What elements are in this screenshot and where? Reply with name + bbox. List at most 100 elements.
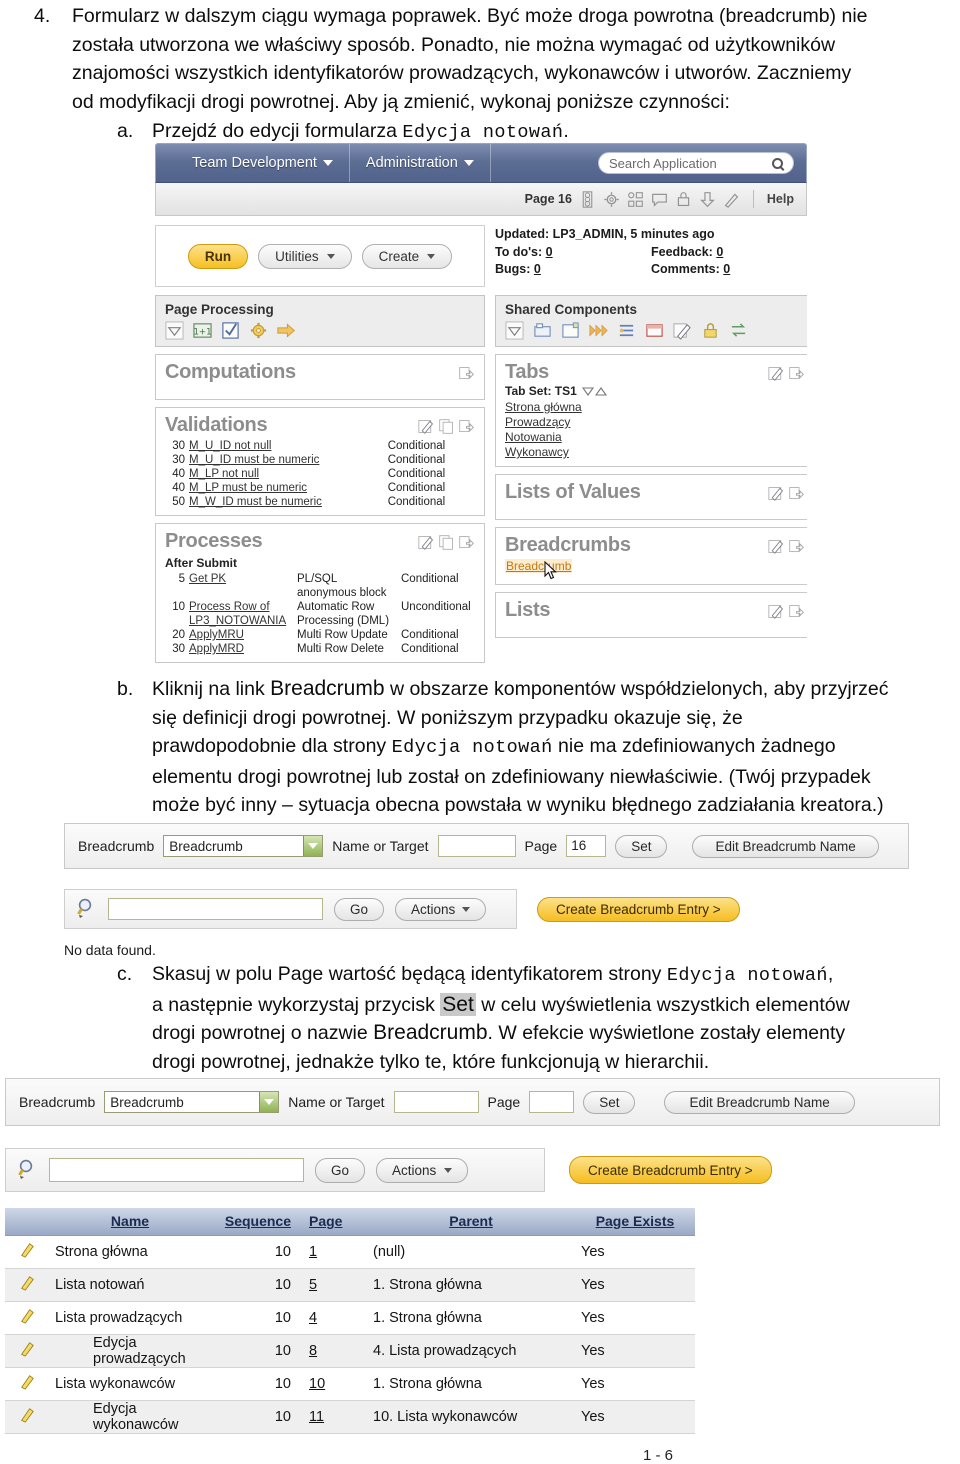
process-name-link[interactable]: Get PK <box>189 573 226 585</box>
add-icon[interactable] <box>788 603 805 620</box>
edit-icon[interactable] <box>768 603 785 620</box>
column-page[interactable]: Page <box>297 1208 367 1236</box>
column-parent[interactable]: Parent <box>367 1208 575 1236</box>
process-name-link[interactable]: Process Row of LP3_NOTOWANIA <box>189 601 286 627</box>
list-icon[interactable] <box>617 321 636 340</box>
row-edit-cell[interactable] <box>5 1367 49 1401</box>
table-row[interactable]: 30 M_U_ID must be numeric Conditional <box>165 453 475 467</box>
help-link[interactable]: Help <box>767 192 794 206</box>
breadcrumb-select[interactable]: Breadcrumb <box>163 835 324 857</box>
triangle-down-icon[interactable] <box>505 321 524 340</box>
table-row[interactable]: Lista notowań 10 5 1. Strona główna Yes <box>5 1268 695 1302</box>
add-icon[interactable] <box>788 538 805 555</box>
add-icon[interactable] <box>458 534 475 551</box>
page-input[interactable]: 16 <box>566 835 607 857</box>
table-row[interactable]: 30 M_U_ID not null Conditional <box>165 439 475 453</box>
edit-breadcrumb-name-button[interactable]: Edit Breadcrumb Name <box>664 1090 855 1114</box>
search-icon[interactable] <box>77 898 97 920</box>
stats-comments-value[interactable]: 0 <box>723 262 730 276</box>
set-button[interactable]: Set <box>615 834 668 858</box>
table-row[interactable]: Edycja wykonawców 10 11 10. Lista wykona… <box>5 1400 695 1434</box>
row-edit-cell[interactable] <box>5 1235 49 1269</box>
pencil-icon[interactable] <box>19 1374 35 1390</box>
add-icon[interactable] <box>458 365 475 382</box>
tab-link[interactable]: Notowania <box>505 430 805 445</box>
add-icon[interactable] <box>458 418 475 435</box>
table-row[interactable]: 50 M_W_ID must be numeric Conditional <box>165 495 475 509</box>
stats-bugs-value[interactable]: 0 <box>534 262 541 276</box>
row-page[interactable]: 10 <box>297 1367 367 1401</box>
layout-icon[interactable] <box>627 191 644 208</box>
row-edit-cell[interactable] <box>5 1268 49 1302</box>
column-name[interactable]: Name <box>49 1208 211 1236</box>
row-page[interactable]: 1 <box>297 1235 367 1269</box>
gear-icon[interactable] <box>603 191 620 208</box>
copy-icon[interactable] <box>438 418 455 435</box>
pencil-icon[interactable] <box>19 1242 35 1258</box>
breadcrumb-item-link[interactable]: Breadcrumb <box>505 559 573 573</box>
validation-name-link[interactable]: M_LP not null <box>189 468 259 480</box>
process-gear-icon[interactable] <box>249 321 268 340</box>
download-icon[interactable] <box>699 191 716 208</box>
edit-icon[interactable] <box>768 365 785 382</box>
create-breadcrumb-entry-button[interactable]: Create Breadcrumb Entry > <box>569 1156 772 1184</box>
row-page[interactable]: 8 <box>297 1334 367 1368</box>
search-icon[interactable] <box>18 1159 38 1181</box>
pencil-icon[interactable] <box>19 1275 35 1291</box>
branch-arrow-icon[interactable] <box>277 321 296 340</box>
shortcut-icon[interactable] <box>729 321 748 340</box>
sort-arrows-icon[interactable] <box>581 386 608 397</box>
template-icon[interactable] <box>561 321 580 340</box>
lock-icon[interactable] <box>675 191 692 208</box>
validation-name-link[interactable]: M_LP must be numeric <box>189 482 307 494</box>
computation-icon[interactable]: 1+1 <box>193 321 212 340</box>
menu-team-development[interactable]: Team Development <box>176 144 350 182</box>
table-row[interactable]: 40 M_LP not null Conditional <box>165 467 475 481</box>
menu-administration[interactable]: Administration <box>350 144 491 182</box>
actions-button[interactable]: Actions <box>376 1157 469 1183</box>
page-list-icon[interactable] <box>579 190 596 208</box>
row-edit-cell[interactable] <box>5 1400 49 1434</box>
run-icon[interactable] <box>723 191 740 208</box>
table-row[interactable]: 10 Process Row of LP3_NOTOWANIA Automati… <box>165 600 475 628</box>
lock-icon[interactable] <box>701 321 720 340</box>
column-page-exists[interactable]: Page Exists <box>575 1208 695 1236</box>
tab-link[interactable]: Strona główna <box>505 400 805 415</box>
region-icon[interactable] <box>645 321 664 340</box>
report-search-input[interactable] <box>49 1158 304 1182</box>
row-page[interactable]: 11 <box>297 1400 367 1434</box>
utilities-button[interactable]: Utilities <box>258 243 352 269</box>
triangle-down-icon[interactable] <box>165 321 184 340</box>
report-search-input[interactable] <box>108 898 323 920</box>
go-button[interactable]: Go <box>315 1157 366 1183</box>
table-row[interactable]: Edycja prowadzących 10 8 4. Lista prowad… <box>5 1334 695 1368</box>
create-button[interactable]: Create <box>361 243 453 269</box>
search-application-input[interactable]: Search Application <box>598 152 794 174</box>
edit-icon[interactable] <box>418 534 435 551</box>
copy-icon[interactable] <box>438 534 455 551</box>
row-edit-cell[interactable] <box>5 1334 49 1368</box>
tabs-icon[interactable] <box>533 321 552 340</box>
validation-name-link[interactable]: M_U_ID not null <box>189 440 271 452</box>
validation-name-link[interactable]: M_U_ID must be numeric <box>189 454 319 466</box>
table-row[interactable]: Lista wykonawców 10 10 1. Strona główna … <box>5 1367 695 1401</box>
validation-name-link[interactable]: M_W_ID must be numeric <box>189 496 322 508</box>
pencil-icon[interactable] <box>19 1341 35 1357</box>
tab-link[interactable]: Wykonawcy <box>505 445 805 460</box>
table-row[interactable]: Strona główna 10 1 (null) Yes <box>5 1235 695 1269</box>
actions-button[interactable]: Actions <box>395 897 487 921</box>
process-name-link[interactable]: ApplyMRU <box>189 629 244 641</box>
edit-icon[interactable] <box>673 321 692 340</box>
table-row[interactable]: 20 ApplyMRU Multi Row Update Conditional <box>165 628 475 642</box>
add-icon[interactable] <box>788 365 805 382</box>
stats-feedback-value[interactable]: 0 <box>716 245 723 259</box>
row-page[interactable]: 4 <box>297 1301 367 1335</box>
row-page[interactable]: 5 <box>297 1268 367 1302</box>
row-edit-cell[interactable] <box>5 1301 49 1335</box>
pencil-icon[interactable] <box>19 1308 35 1324</box>
add-icon[interactable] <box>788 485 805 502</box>
set-button[interactable]: Set <box>583 1090 636 1114</box>
navigation-icon[interactable] <box>589 321 608 340</box>
edit-icon[interactable] <box>768 538 785 555</box>
pencil-icon[interactable] <box>19 1407 35 1423</box>
